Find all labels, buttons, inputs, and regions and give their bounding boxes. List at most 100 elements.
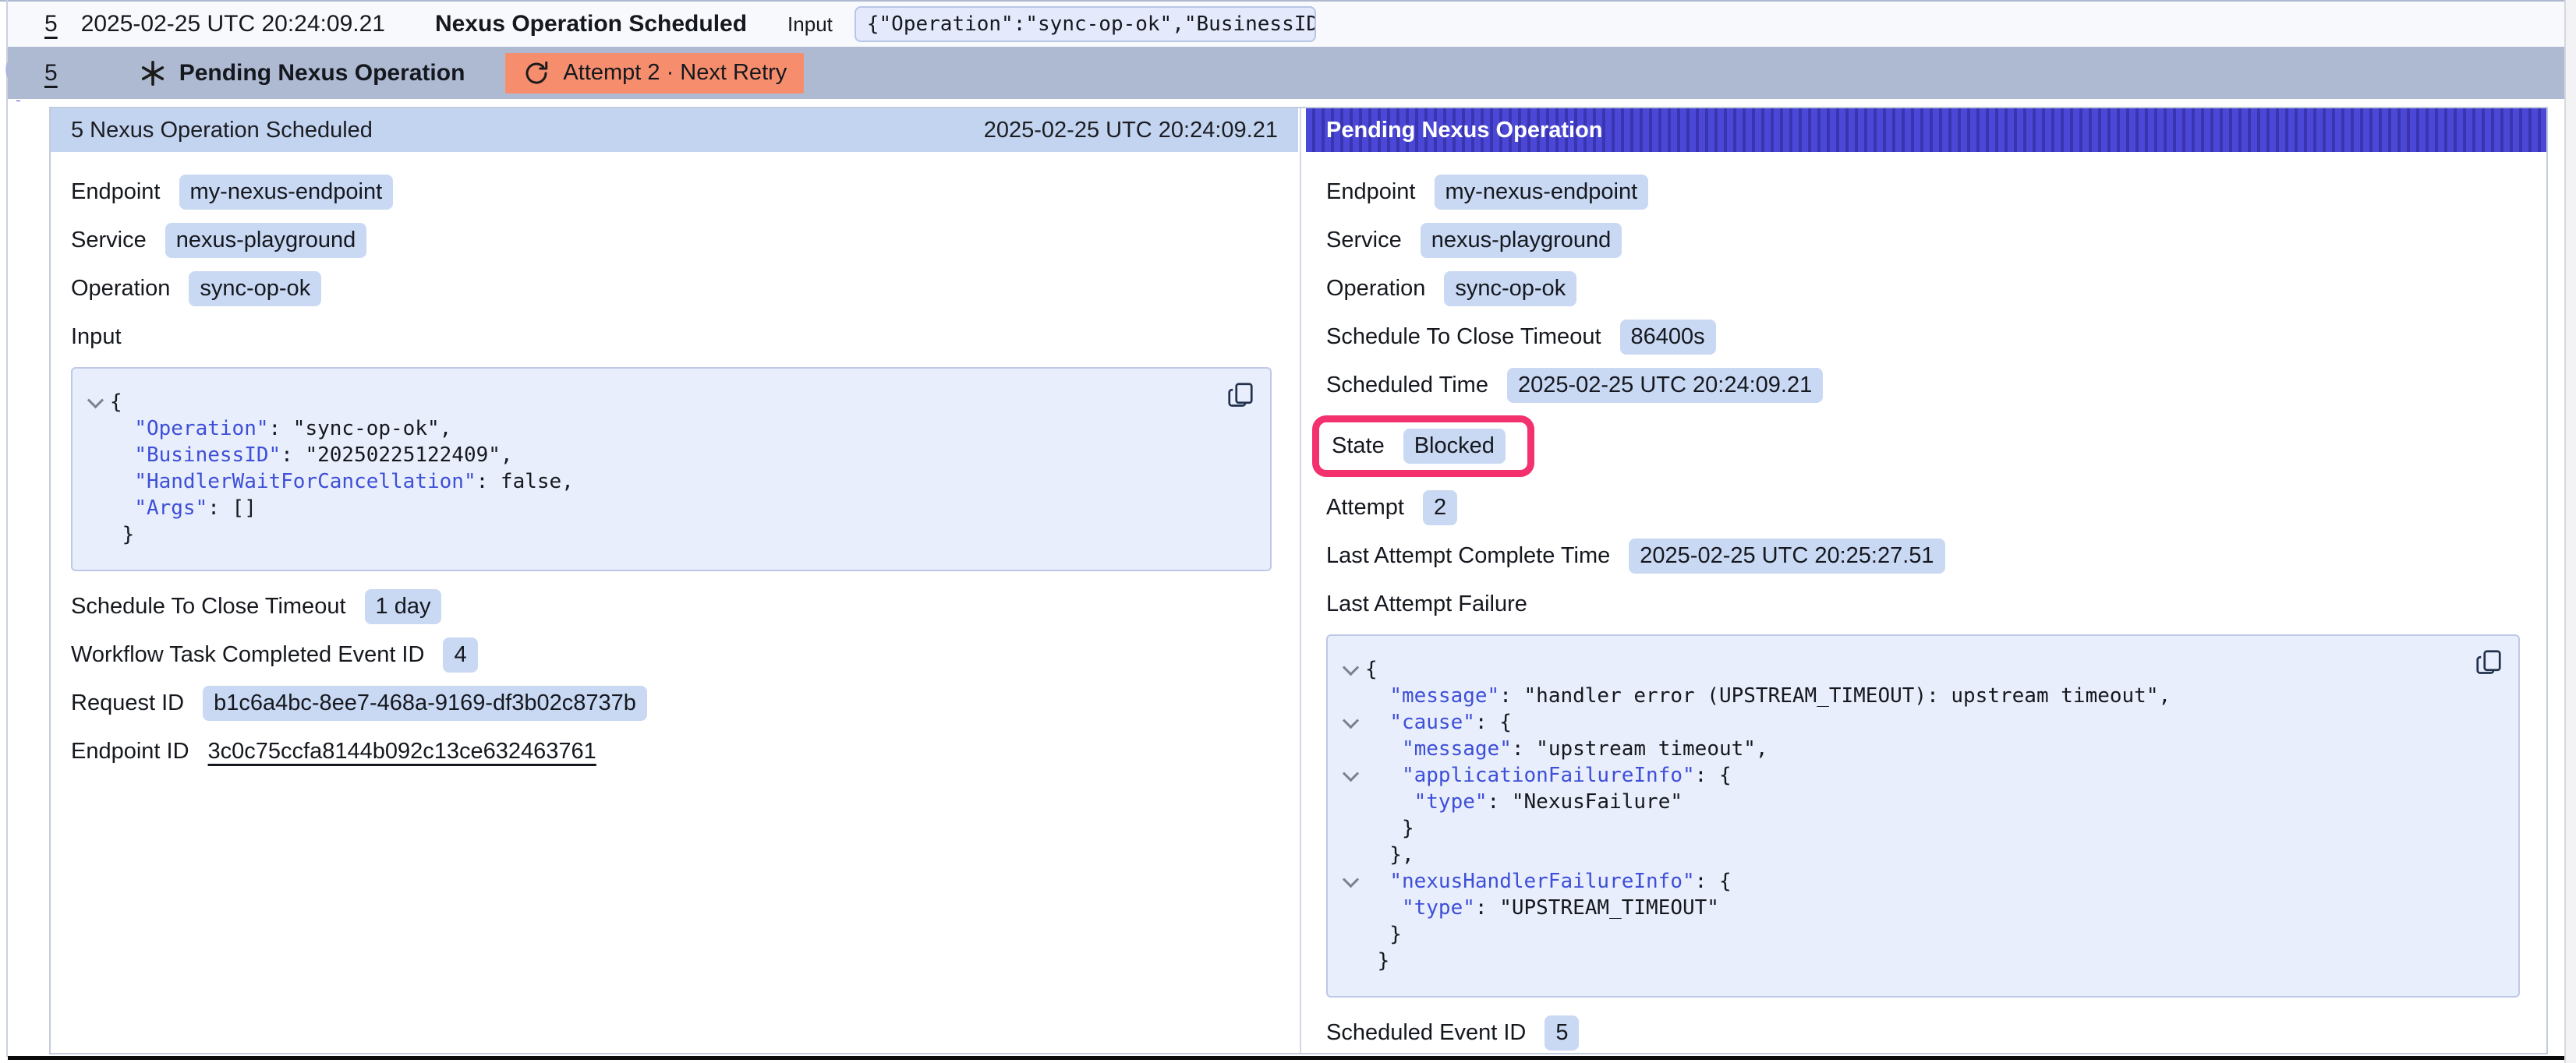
collapse-chevron-icon[interactable] (1336, 717, 1365, 729)
retry-badge-label: Attempt 2 · Next Retry (563, 60, 787, 86)
detail-row-endpoint-id[interactable]: Endpoint ID 3c0c75ccfa8144b092c13ce632463… (71, 733, 1275, 769)
json-code-line: }, (1336, 842, 2500, 868)
collapse-chevron-icon[interactable] (1336, 770, 1365, 782)
field-label: Endpoint ID (71, 739, 189, 765)
field-value-badge: nexus-playground (165, 223, 367, 258)
json-line-text: } (1365, 948, 1389, 974)
left-border-line (6, 0, 8, 1057)
field-label: Service (71, 228, 147, 253)
event-detail-panels: 5 Nexus Operation Scheduled 2025-02-25 U… (49, 107, 2548, 1054)
json-line-text: "message": "handler error (UPSTREAM_TIME… (1365, 683, 2171, 709)
left-panel-title: 5 Nexus Operation Scheduled (71, 118, 373, 143)
detail-row-operation[interactable]: Operationsync-op-ok (71, 270, 1275, 306)
event-input-label: Input (787, 12, 833, 37)
field-label: Scheduled Time (1326, 373, 1488, 398)
json-code-line: } (1336, 815, 2500, 842)
left-panel-timestamp: 2025-02-25 UTC 20:24:09.21 (984, 118, 1278, 143)
detail-row-last-attempt-failure[interactable]: Last Attempt Failure (1326, 586, 2523, 622)
field-value-badge: my-nexus-endpoint (179, 175, 394, 210)
detail-row-input[interactable]: Input (71, 319, 1275, 355)
right-panel-header: Pending Nexus Operation (1306, 108, 2546, 152)
field-label: Endpoint (1326, 179, 1416, 205)
field-value-badge: 86400s (1620, 320, 1716, 355)
detail-row-service[interactable]: Servicenexus-playground (1326, 222, 2523, 258)
event-id-link[interactable]: 5 (44, 11, 58, 37)
copy-button[interactable] (2475, 648, 2503, 676)
field-value-badge: my-nexus-endpoint (1435, 175, 1649, 210)
left-panel-body: Endpointmy-nexus-endpoint Service nexus-pl… (51, 152, 1298, 769)
json-code-line: "type": "UPSTREAM_TIMEOUT" (1336, 895, 2500, 921)
field-label: Request ID (71, 690, 184, 716)
event-timestamp: 2025-02-25 UTC 20:24:09.21 (81, 11, 385, 37)
field-value-badge: 2 (1423, 490, 1457, 525)
retry-attempt-badge: Attempt 2 · Next Retry (505, 53, 804, 94)
field-value-badge: 1 day (365, 589, 442, 624)
json-code-line: { (80, 389, 1251, 415)
field-value-badge: 2025-02-25 UTC 20:24:09.21 (1507, 368, 1823, 403)
detail-row-schedule-to-close-timeout[interactable]: Schedule To Close Timeout 86400s (1326, 319, 2523, 355)
json-code-line: "applicationFailureInfo": { (1336, 762, 2500, 789)
json-line-text: } (1365, 815, 1414, 842)
field-label: Attempt (1326, 495, 1404, 521)
json-line-text: } (1365, 921, 1402, 948)
json-line-text: "applicationFailureInfo": { (1365, 762, 1732, 789)
json-code-block: { "message": "handler error (UPSTREAM_TI… (1326, 634, 2520, 998)
field-label: Last Attempt Complete Time (1326, 543, 1610, 569)
scrollbar-gutter[interactable] (2564, 0, 2576, 1063)
json-line-text: "HandlerWaitForCancellation": false, (110, 468, 574, 495)
right-panel-body: Endpoint my-nexus-endpoint Servicenexus-pl… (1306, 152, 2546, 1063)
detail-row-last-attempt-complete-time[interactable]: Last Attempt Complete Time 2025-02-25 UTC… (1326, 538, 2523, 574)
json-code-line: "message": "handler error (UPSTREAM_TIME… (1336, 683, 2500, 709)
detail-row-schedule-to-close-timeout[interactable]: Schedule To Close Timeout 1 day (71, 588, 1275, 624)
field-label: Operation (1326, 276, 1425, 302)
field-label: Operation (71, 276, 170, 302)
detail-row-attempt[interactable]: Attempt 2 (1326, 489, 2523, 525)
json-code-line: "BusinessID": "20250225122409", (80, 442, 1251, 468)
json-code-line: } (80, 521, 1251, 548)
field-label: State (1332, 433, 1385, 459)
collapse-chevron-icon[interactable] (1336, 664, 1365, 676)
json-line-text: "BusinessID": "20250225122409", (110, 442, 513, 468)
field-label: Schedule To Close Timeout (71, 594, 346, 620)
field-label: Schedule To Close Timeout (1326, 324, 1601, 350)
detail-row-workflow-task-completed-event-id[interactable]: Workflow Task Completed Event ID4 (71, 637, 1275, 673)
json-code-line: "type": "NexusFailure" (1336, 789, 2500, 815)
left-panel-header: 5 Nexus Operation Scheduled 2025-02-25 U… (51, 108, 1298, 152)
collapse-chevron-icon[interactable] (80, 397, 110, 408)
right-panel-title: Pending Nexus Operation (1326, 118, 1603, 143)
detail-row-endpoint[interactable]: Endpointmy-nexus-endpoint (71, 174, 1275, 210)
json-code-line: { (1336, 656, 2500, 683)
json-code-block: { "Operation": "sync-op-ok", "BusinessID… (71, 367, 1272, 571)
json-code-line: "Args": [] (80, 495, 1251, 521)
field-value-badge: Blocked (1403, 429, 1506, 464)
retry-icon (522, 59, 550, 87)
field-value-badge: sync-op-ok (1444, 271, 1576, 306)
json-line-text: { (110, 389, 122, 415)
detail-row-operation[interactable]: Operation sync-op-ok (1326, 270, 2523, 306)
json-code-line: "nexusHandlerFailureInfo": { (1336, 868, 2500, 895)
detail-row-scheduled-event-id[interactable]: Scheduled Event ID5 (1326, 1015, 2523, 1051)
pending-event-title: Pending Nexus Operation (179, 60, 465, 87)
detail-row-request-id[interactable]: Request ID b1c6a4bc-8ee7-468a-9169-df3b02… (71, 685, 1275, 721)
event-id-link[interactable]: 5 (44, 60, 58, 87)
endpoint-id-link[interactable]: 3c0c75ccfa8144b092c13ce632463761 (208, 739, 596, 765)
detail-row-scheduled-time[interactable]: Scheduled Time 2025-02-25 UTC 20:24:09.21 (1326, 367, 2523, 403)
event-row-pending-nexus-operation[interactable]: 5 Pending Nexus Operation Attempt 2 · Ne… (8, 47, 2565, 99)
json-code-line: "Operation": "sync-op-ok", (80, 415, 1251, 442)
detail-row-state[interactable]: State Blocked (1326, 415, 2523, 477)
json-line-text: "nexusHandlerFailureInfo": { (1365, 868, 1732, 895)
copy-button[interactable] (1226, 381, 1254, 409)
json-line-text: "Args": [] (110, 495, 257, 521)
json-line-text: "cause": { (1365, 709, 1512, 736)
json-code-line: } (1336, 948, 2500, 974)
json-code-line: "cause": { (1336, 709, 2500, 736)
field-value-badge: nexus-playground (1421, 223, 1622, 258)
collapse-chevron-icon[interactable] (1336, 876, 1365, 888)
detail-row-service[interactable]: Service nexus-playground (71, 222, 1275, 258)
temporal-event-history-screen: 5 2025-02-25 UTC 20:24:09.21 Nexus Opera… (0, 0, 2576, 1063)
field-value-badge: b1c6a4bc-8ee7-468a-9169-df3b02c8737b (203, 686, 647, 721)
field-value-badge: 2025-02-25 UTC 20:25:27.51 (1629, 539, 1944, 574)
detail-row-endpoint[interactable]: Endpoint my-nexus-endpoint (1326, 174, 2523, 210)
event-row-nexus-operation-scheduled[interactable]: 5 2025-02-25 UTC 20:24:09.21 Nexus Opera… (8, 2, 2565, 47)
field-value-badge: 5 (1545, 1015, 1579, 1051)
